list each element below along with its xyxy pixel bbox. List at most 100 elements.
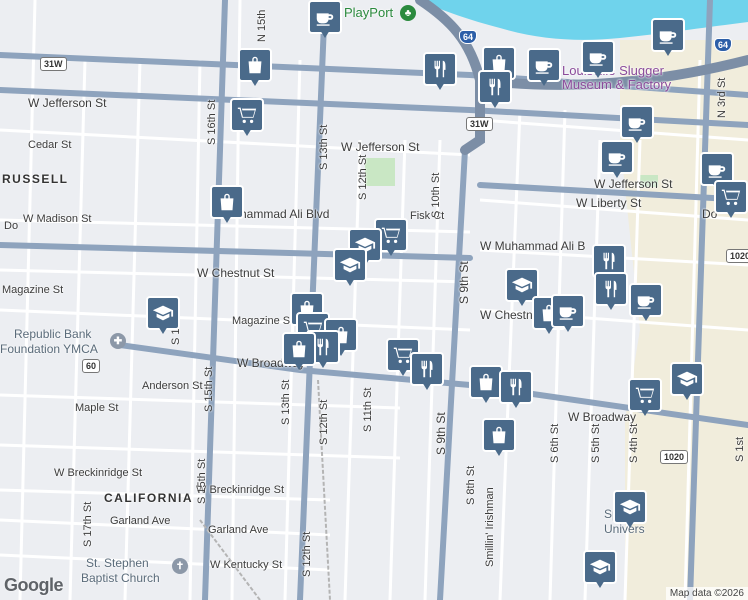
poi-label[interactable]: St. Stephen bbox=[86, 556, 149, 570]
school-icon bbox=[333, 248, 367, 282]
street-label: S 1st bbox=[734, 436, 746, 462]
coffee-marker[interactable] bbox=[620, 105, 654, 145]
street-label: S 12th St bbox=[357, 154, 369, 200]
shopping-bag-icon bbox=[238, 48, 272, 82]
street-label: S 15th St bbox=[203, 366, 215, 412]
street-label: S 12th St bbox=[318, 399, 330, 445]
map-data-attribution[interactable]: Map data ©2026 bbox=[665, 587, 748, 600]
school-marker[interactable] bbox=[583, 550, 617, 590]
coffee-marker[interactable] bbox=[551, 294, 585, 334]
street-label: Maple St bbox=[75, 402, 119, 414]
street-label: S 9th St bbox=[457, 261, 471, 304]
interstate-shield: 64 bbox=[714, 38, 733, 52]
interstate-shield: 64 bbox=[459, 30, 478, 44]
church-icon[interactable]: ✝ bbox=[172, 558, 188, 574]
street-label: W Breckinridge St bbox=[196, 484, 285, 496]
state-route-shield: 1020 bbox=[726, 249, 748, 263]
coffee-marker[interactable] bbox=[651, 18, 685, 58]
coffee-marker[interactable] bbox=[308, 0, 342, 40]
street-label: W Madison St bbox=[23, 213, 92, 225]
school-marker[interactable] bbox=[333, 248, 367, 288]
neighborhood-label: CALIFORNIA bbox=[104, 491, 193, 505]
shopping-bag-icon bbox=[469, 365, 503, 399]
school-icon bbox=[146, 296, 180, 330]
restaurant-icon bbox=[499, 370, 533, 404]
street-label: S 5th St bbox=[590, 423, 602, 463]
park-icon[interactable]: ♣ bbox=[400, 5, 416, 21]
street-label: W Breckinridge St bbox=[54, 467, 143, 479]
street-label: Do bbox=[4, 220, 19, 232]
street-label: S 11th St bbox=[362, 387, 374, 432]
school-marker[interactable] bbox=[146, 296, 180, 336]
street-label: Cedar St bbox=[28, 139, 72, 151]
poi-label[interactable]: Foundation YMCA bbox=[0, 342, 98, 356]
neighborhood-label: RUSSELL bbox=[2, 172, 69, 186]
shopping-marker[interactable] bbox=[238, 48, 272, 88]
us-route-shield: 31W bbox=[466, 117, 493, 131]
street-label: S 17th St bbox=[82, 501, 94, 547]
street-label: S 4th St bbox=[628, 423, 640, 463]
poi-label[interactable]: Baptist Church bbox=[81, 571, 160, 585]
restaurant-marker[interactable] bbox=[594, 272, 628, 312]
street-label: W Jefferson St bbox=[341, 140, 420, 154]
state-route-shield: 1020 bbox=[660, 450, 689, 464]
restaurant-marker[interactable] bbox=[499, 370, 533, 410]
coffee-icon bbox=[551, 294, 585, 328]
ymca-icon[interactable]: ✚ bbox=[110, 333, 126, 349]
street-label: Garland Ave bbox=[208, 524, 269, 536]
coffee-marker[interactable] bbox=[600, 140, 634, 180]
map-view[interactable]: W Jefferson St W Jefferson St W Jefferso… bbox=[0, 0, 748, 600]
restaurant-icon bbox=[594, 272, 628, 306]
restaurant-icon bbox=[478, 70, 512, 104]
street-label: W Kentucky St bbox=[210, 559, 283, 571]
coffee-icon bbox=[600, 140, 634, 174]
street-label: Anderson St bbox=[142, 380, 203, 392]
street-label: Magazine St bbox=[232, 315, 294, 327]
coffee-icon bbox=[527, 48, 561, 82]
street-label: hammad Ali Blvd bbox=[240, 207, 330, 221]
street-label: S 16th St bbox=[206, 99, 218, 145]
coffee-icon bbox=[620, 105, 654, 139]
street-label: Garland Ave bbox=[110, 515, 171, 527]
school-marker[interactable] bbox=[670, 362, 704, 402]
restaurant-marker[interactable] bbox=[423, 52, 457, 92]
school-icon bbox=[583, 550, 617, 584]
poi-label[interactable]: Museum & Factory bbox=[562, 77, 671, 92]
street-label: S 13th St bbox=[280, 379, 292, 425]
shopping-cart-icon bbox=[714, 180, 748, 214]
grocery-marker[interactable] bbox=[714, 180, 748, 220]
school-icon bbox=[613, 490, 647, 524]
shopping-bag-icon bbox=[282, 332, 316, 366]
street-label: S 6th St bbox=[549, 423, 561, 463]
street-label: W Chestnut St bbox=[197, 266, 275, 280]
google-logo[interactable]: Google bbox=[4, 575, 64, 596]
school-marker[interactable] bbox=[613, 490, 647, 530]
shopping-cart-icon bbox=[230, 98, 264, 132]
restaurant-marker[interactable] bbox=[478, 70, 512, 110]
street-label: W Liberty St bbox=[576, 196, 642, 210]
coffee-marker[interactable] bbox=[629, 283, 663, 323]
street-label: W Broadway bbox=[568, 410, 637, 424]
street-label: Smillin' Irishman bbox=[484, 487, 496, 567]
coffee-marker[interactable] bbox=[581, 40, 615, 80]
shopping-bag-icon bbox=[482, 418, 516, 452]
street-label: S 12th St bbox=[301, 531, 313, 577]
poi-label[interactable]: Republic Bank bbox=[14, 327, 91, 341]
shopping-cart-icon bbox=[628, 378, 662, 412]
grocery-marker[interactable] bbox=[628, 378, 662, 418]
shopping-marker[interactable] bbox=[282, 332, 316, 372]
restaurant-marker[interactable] bbox=[410, 352, 444, 392]
shopping-marker[interactable] bbox=[210, 185, 244, 225]
shopping-marker[interactable] bbox=[482, 418, 516, 458]
school-icon bbox=[670, 362, 704, 396]
coffee-icon bbox=[629, 283, 663, 317]
street-label: W Muhammad Ali B bbox=[480, 239, 586, 253]
us-route-shield: 60 bbox=[82, 359, 101, 373]
us-route-shield: 31W bbox=[40, 57, 67, 71]
shopping-marker[interactable] bbox=[469, 365, 503, 405]
poi-label[interactable]: PlayPort bbox=[344, 5, 393, 20]
grocery-marker[interactable] bbox=[230, 98, 264, 138]
restaurant-icon bbox=[423, 52, 457, 86]
coffee-icon bbox=[581, 40, 615, 74]
coffee-marker[interactable] bbox=[527, 48, 561, 88]
